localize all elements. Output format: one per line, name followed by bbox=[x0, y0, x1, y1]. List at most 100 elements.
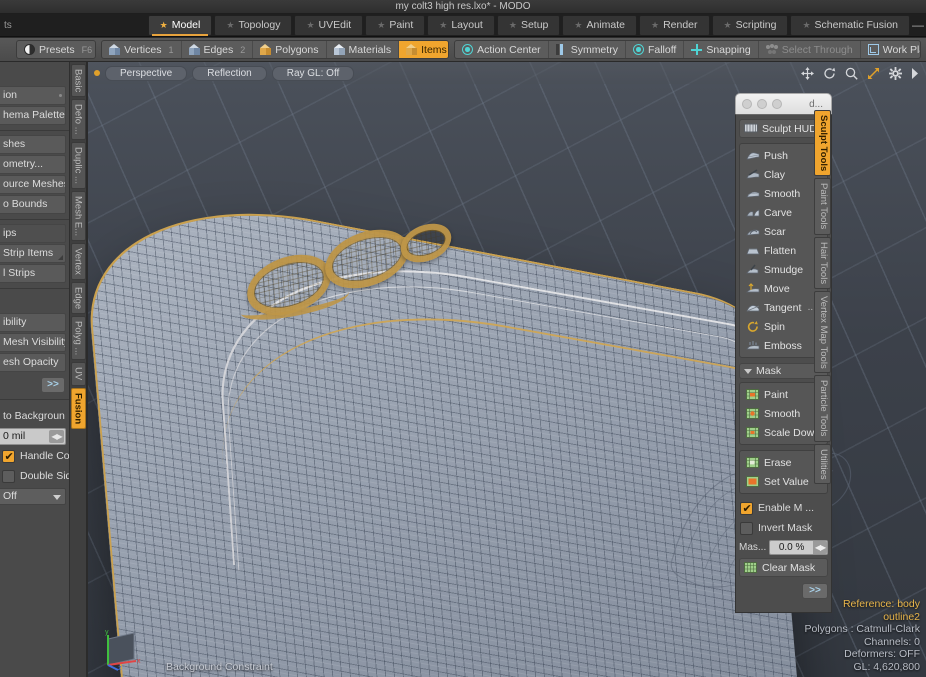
mode-tab-layout[interactable]: ★Layout bbox=[427, 15, 495, 36]
selection-mode-materials[interactable]: Materials bbox=[327, 40, 400, 59]
left-panel-row[interactable]: ometry... bbox=[0, 155, 66, 174]
left-tab-uv[interactable]: UV bbox=[71, 362, 86, 385]
mode-tab-uvedit[interactable]: ★UVEdit bbox=[294, 15, 363, 36]
fit-icon[interactable] bbox=[867, 67, 880, 80]
mask-tool-label: Paint bbox=[764, 389, 788, 401]
axis-orientation-gizmo: y x z bbox=[100, 625, 146, 671]
viewport-projection-button[interactable]: Perspective bbox=[105, 66, 187, 81]
left-panel-row[interactable]: ource Meshes bbox=[0, 175, 66, 194]
mask-amount-value: 0.0 % bbox=[779, 542, 805, 553]
sculpt-tab-particle-tools[interactable]: Particle Tools bbox=[814, 375, 831, 441]
background-constraint-label: to Background bbox=[0, 407, 66, 426]
viewport-raygl-button[interactable]: Ray GL: Off bbox=[272, 66, 355, 81]
zoom-icon[interactable] bbox=[845, 67, 858, 80]
left-panel-row[interactable]: ips bbox=[0, 224, 66, 243]
mode-dropdown-value: Off bbox=[3, 490, 17, 502]
toolbar-work-plane[interactable]: Work Plane bbox=[861, 40, 921, 59]
toolbar-action-center[interactable]: Action Center bbox=[455, 40, 549, 59]
left-tab-polyg[interactable]: Polyg ... bbox=[71, 316, 86, 360]
mode-tab-setup[interactable]: ★Setup bbox=[497, 15, 561, 36]
chevron-down-icon bbox=[53, 495, 61, 500]
left-tab-edge[interactable]: Edge bbox=[71, 282, 86, 314]
left-panel-row-label: ource Meshes bbox=[3, 178, 66, 190]
viewport-header: Perspective Reflection Ray GL: Off bbox=[88, 62, 926, 84]
presets-button[interactable]: Presets F6 bbox=[17, 40, 96, 59]
sculpt-tab-hair-tools[interactable]: Hair Tools bbox=[814, 237, 831, 289]
selection-mode-edges[interactable]: Edges2 bbox=[182, 40, 254, 59]
sculpt-tab-vertex-map-tools[interactable]: Vertex Map Tools bbox=[814, 291, 831, 374]
favorite-star-icon: ★ bbox=[802, 21, 810, 30]
sculpt-tab-utilities[interactable]: Utilities bbox=[814, 444, 831, 485]
carve-brush-icon bbox=[746, 207, 760, 218]
mode-dropdown[interactable]: Off bbox=[0, 488, 66, 505]
left-properties-panel: ion hema Palette shes ometry... ource Me… bbox=[0, 62, 70, 677]
minimize-button[interactable] bbox=[757, 99, 767, 109]
toolbar-snapping[interactable]: Snapping bbox=[684, 40, 758, 59]
smudge-brush-icon bbox=[746, 264, 760, 275]
sculpt-brush-label: Carve bbox=[764, 207, 792, 219]
mode-tab-model[interactable]: ★Model bbox=[148, 15, 213, 36]
mode-tab-schematic-fusion[interactable]: ★Schematic Fusion bbox=[790, 15, 910, 36]
favorite-star-icon: ★ bbox=[226, 21, 234, 30]
play-arrow-icon[interactable] bbox=[911, 68, 919, 79]
selection-mode-group: Vertices1Edges2 Polygons MaterialsItems5 bbox=[101, 40, 449, 59]
mode-bar-left-label: ts bbox=[0, 20, 148, 31]
left-panel-row-label: o Bounds bbox=[3, 198, 47, 210]
sculpt-brush-label: Smudge bbox=[764, 264, 803, 276]
selection-mode-label: Items bbox=[421, 44, 447, 56]
left-panel-row[interactable]: ibility bbox=[0, 313, 66, 332]
selection-mode-polygons[interactable]: Polygons bbox=[253, 40, 326, 59]
mode-tab-scripting[interactable]: ★Scripting bbox=[712, 15, 789, 36]
toolbar-symmetry[interactable]: Symmetry bbox=[549, 40, 626, 59]
left-tab-duplic[interactable]: Duplic ... bbox=[71, 142, 86, 189]
left-tab-mesh-e[interactable]: Mesh E... bbox=[71, 191, 86, 241]
left-panel-row[interactable]: hema Palette bbox=[0, 106, 66, 125]
left-panel-expand-button[interactable]: >> bbox=[41, 377, 65, 393]
presets-label: Presets bbox=[39, 44, 75, 56]
mode-tab-paint[interactable]: ★Paint bbox=[365, 15, 425, 36]
left-vertical-tab-strip: Basic Defo ... Duplic ... Mesh E... Vertex Ed… bbox=[70, 62, 87, 677]
mode-tab-render[interactable]: ★Render bbox=[639, 15, 710, 36]
viewport-shading-button[interactable]: Reflection bbox=[192, 66, 266, 81]
close-button[interactable] bbox=[742, 99, 752, 109]
selection-mode-label: Polygons bbox=[275, 44, 318, 56]
toolbar-select-through[interactable]: Select Through bbox=[759, 40, 861, 59]
left-panel-row[interactable]: l Strips bbox=[0, 264, 66, 283]
distance-field[interactable]: 0 mil ◀▶ bbox=[0, 428, 66, 445]
handle-constraint-checkbox[interactable]: Handle Constr ... bbox=[2, 447, 66, 465]
favorite-star-icon: ★ bbox=[160, 21, 168, 30]
left-tab-fusion[interactable]: Fusion bbox=[71, 388, 86, 429]
left-panel-row[interactable]: ion bbox=[0, 86, 66, 105]
gear-icon[interactable] bbox=[889, 67, 902, 80]
left-panel-section-top: ion hema Palette bbox=[0, 62, 69, 131]
emboss-brush-icon bbox=[746, 340, 760, 351]
clay-brush-icon bbox=[746, 169, 760, 180]
distance-spinner-icon[interactable]: ◀▶ bbox=[49, 430, 64, 443]
selection-mode-vertices[interactable]: Vertices1 bbox=[102, 40, 181, 59]
left-panel-row[interactable]: esh Opacity bbox=[0, 353, 66, 372]
selection-mode-items[interactable]: Items5 bbox=[399, 40, 449, 59]
mode-bar-overflow[interactable]: — bbox=[912, 18, 926, 32]
selection-mode-shortcut: 1 bbox=[168, 45, 173, 55]
left-tab-vertex[interactable]: Vertex bbox=[71, 243, 86, 280]
left-panel-row[interactable]: o Bounds bbox=[0, 195, 66, 214]
move-icon[interactable] bbox=[801, 67, 814, 80]
sculpt-tab-sculpt-tools[interactable]: Sculpt Tools bbox=[814, 110, 831, 176]
left-panel-row[interactable]: Strip Items bbox=[0, 244, 66, 263]
left-panel-row[interactable]: shes bbox=[0, 135, 66, 154]
svg-text:z: z bbox=[118, 665, 122, 671]
rotate-icon[interactable] bbox=[823, 67, 836, 80]
sculpt-tab-paint-tools[interactable]: Paint Tools bbox=[814, 178, 831, 234]
mode-tab-topology[interactable]: ★Topology bbox=[214, 15, 292, 36]
zoom-button[interactable] bbox=[772, 99, 782, 109]
left-panel-row[interactable]: Mesh Visibility bbox=[0, 333, 66, 352]
left-tab-defo[interactable]: Defo ... bbox=[71, 99, 86, 140]
mode-tab-animate[interactable]: ★Animate bbox=[562, 15, 637, 36]
cube-icon bbox=[109, 44, 120, 55]
double-sided-checkbox[interactable]: Double Sided bbox=[2, 467, 66, 485]
deformers-info: Deformers: OFF bbox=[804, 648, 920, 661]
selection-mode-shortcut: 2 bbox=[240, 45, 245, 55]
left-panel-row-label: ibility bbox=[3, 316, 26, 328]
left-tab-basic[interactable]: Basic bbox=[71, 64, 86, 97]
toolbar-falloff[interactable]: Falloff bbox=[626, 40, 684, 59]
